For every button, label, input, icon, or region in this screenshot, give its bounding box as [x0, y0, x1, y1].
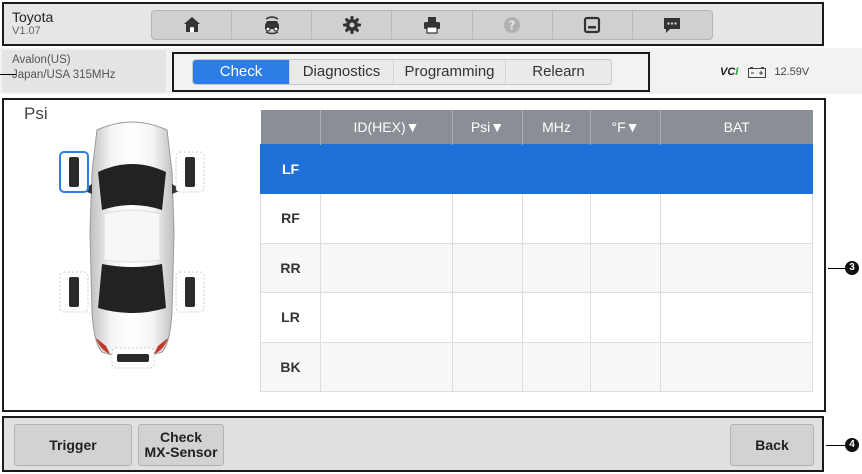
- row-position: RF: [260, 193, 321, 244]
- table-row[interactable]: LR: [260, 292, 813, 343]
- vehicle-diagram: [59, 121, 205, 369]
- pressure-unit-label: Psi: [24, 104, 48, 123]
- help-button[interactable]: ?: [473, 11, 553, 39]
- table-row[interactable]: RR: [260, 242, 813, 293]
- temperature-cell: [590, 143, 661, 194]
- sensor-id-cell: [320, 341, 453, 392]
- battery-icon: [748, 66, 767, 78]
- callout-line-4: [826, 445, 846, 446]
- software-version: V1.07: [12, 25, 41, 37]
- frequency-cell: [522, 292, 591, 343]
- print-button[interactable]: [392, 11, 473, 39]
- function-button-bar: Trigger Check MX-Sensor Back: [2, 416, 824, 472]
- column-header-mhz: MHz: [522, 110, 591, 144]
- back-button[interactable]: Back: [730, 424, 814, 466]
- temperature-cell: [590, 341, 661, 392]
- trigger-button[interactable]: Trigger: [14, 424, 132, 466]
- top-toolbar: Toyota V1.07 ?: [2, 2, 824, 46]
- battery-cell: [660, 193, 813, 244]
- frequency-cell: [522, 143, 591, 194]
- vehicle-swap-icon: [264, 16, 279, 35]
- tire-rr[interactable]: [185, 277, 195, 307]
- settings-icon: [342, 16, 361, 34]
- column-header-temp[interactable]: °F▼: [590, 110, 661, 144]
- vehicle-swap-button[interactable]: [232, 11, 313, 39]
- car-rear-window: [98, 264, 166, 313]
- svg-text:?: ?: [509, 19, 516, 33]
- row-position: RR: [260, 242, 321, 293]
- toolbar-buttons: ?: [151, 10, 713, 40]
- tpms-check-panel: Psi ID(HEX)▼ Psi▼ MHz °F▼ BAT LF RF RR L…: [2, 98, 826, 412]
- temperature-cell: [590, 292, 661, 343]
- vehicle-region: Japan/USA 315MHz: [12, 69, 116, 81]
- table-row[interactable]: LF: [260, 143, 813, 194]
- check-mx-sensor-button[interactable]: Check MX-Sensor: [138, 424, 224, 466]
- tire-lr[interactable]: [69, 277, 79, 307]
- data-logging-icon: [664, 18, 681, 33]
- function-tabs-frame: Check Diagnostics Programming Relearn: [172, 52, 650, 92]
- print-icon: [423, 17, 440, 34]
- tab-relearn[interactable]: Relearn: [506, 60, 611, 84]
- sensor-id-cell: [320, 143, 453, 194]
- help-icon: ?: [504, 17, 521, 33]
- battery-cell: [660, 292, 813, 343]
- vehicle-brand: Toyota V1.07: [12, 10, 53, 38]
- row-position: LR: [260, 292, 321, 343]
- row-position: BK: [260, 341, 321, 392]
- battery-cell: [660, 242, 813, 293]
- temperature-cell: [590, 193, 661, 244]
- tab-diagnostics[interactable]: Diagnostics: [290, 60, 394, 84]
- settings-button[interactable]: [312, 11, 393, 39]
- save-button[interactable]: [553, 11, 633, 39]
- battery-voltage: 12.59V: [774, 66, 810, 78]
- frequency-cell: [522, 341, 591, 392]
- callout-line-3: [828, 268, 846, 269]
- column-header-psi[interactable]: Psi▼: [452, 110, 523, 144]
- function-row: Avalon(US) Japan/USA 315MHz Check Diagno…: [0, 48, 862, 94]
- temperature-cell: [590, 242, 661, 293]
- home-icon: [183, 17, 200, 32]
- sensor-id-cell: [320, 292, 453, 343]
- tire-rf[interactable]: [185, 157, 195, 187]
- callout-number-4: 4: [845, 438, 859, 452]
- callout-line: [0, 74, 16, 75]
- column-header-id[interactable]: ID(HEX)▼: [320, 110, 453, 144]
- save-icon: [584, 16, 601, 34]
- pressure-cell: [452, 143, 523, 194]
- battery-cell: [660, 143, 813, 194]
- column-header-bat: BAT: [660, 110, 813, 144]
- vehicle-model: Avalon(US): [12, 54, 71, 66]
- table-header-row: ID(HEX)▼ Psi▼ MHz °F▼ BAT: [260, 110, 813, 144]
- frequency-cell: [522, 193, 591, 244]
- data-logging-button[interactable]: [633, 11, 712, 39]
- table-row[interactable]: RF: [260, 193, 813, 244]
- table-row[interactable]: BK: [260, 341, 813, 392]
- vehicle-info: Avalon(US) Japan/USA 315MHz: [2, 50, 166, 92]
- frequency-cell: [522, 242, 591, 293]
- vci-status: VCI 12.59V: [720, 66, 809, 78]
- car-roof: [103, 209, 161, 263]
- battery-cell: [660, 341, 813, 392]
- tire-spare[interactable]: [117, 354, 149, 362]
- column-header-position: [260, 110, 321, 144]
- pressure-cell: [452, 193, 523, 244]
- car-windshield: [98, 164, 166, 210]
- function-tabs: Check Diagnostics Programming Relearn: [192, 59, 612, 85]
- check-mx-sensor-label: Check MX-Sensor: [144, 429, 218, 460]
- tab-programming[interactable]: Programming: [394, 60, 506, 84]
- pressure-cell: [452, 242, 523, 293]
- sensor-data-table: ID(HEX)▼ Psi▼ MHz °F▼ BAT LF RF RR LR BK: [260, 110, 813, 392]
- tire-lf[interactable]: [69, 157, 79, 187]
- vci-logo: VCI: [720, 66, 739, 78]
- home-button[interactable]: [152, 11, 233, 39]
- pressure-cell: [452, 292, 523, 343]
- pressure-cell: [452, 341, 523, 392]
- row-position: LF: [260, 143, 321, 194]
- vehicle-make: Toyota: [12, 9, 54, 25]
- sensor-id-cell: [320, 193, 453, 244]
- tab-check[interactable]: Check: [193, 60, 290, 84]
- callout-number-3: 3: [845, 261, 859, 275]
- sensor-id-cell: [320, 242, 453, 293]
